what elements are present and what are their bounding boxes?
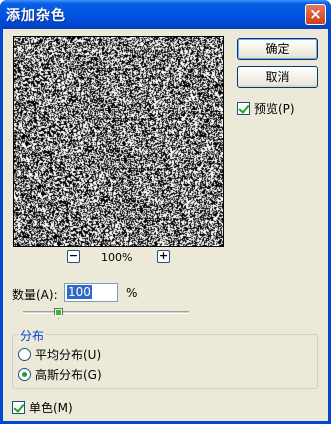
noise-preview-image	[14, 37, 223, 246]
amount-label: 数量(A):	[12, 288, 58, 302]
amount-unit: %	[126, 286, 138, 300]
preview-checkbox[interactable]	[237, 102, 250, 115]
zoom-out-button[interactable]: −	[67, 250, 80, 263]
close-button[interactable]: ×	[305, 4, 326, 25]
monochromatic-label: 单色(M)	[29, 401, 73, 415]
gaussian-option[interactable]: 高斯分布(G)	[18, 366, 102, 383]
add-noise-dialog: 添加杂色 × − 100% + 确定 取消 预览(P) 数量(A): 100 %…	[0, 0, 331, 424]
preview-checkbox-row[interactable]: 预览(P)	[237, 100, 295, 117]
cancel-button[interactable]: 取消	[237, 66, 318, 88]
zoom-in-button[interactable]: +	[157, 250, 170, 263]
distribution-group: 分布 平均分布(U) 高斯分布(G)	[12, 327, 318, 389]
slider-track	[23, 311, 189, 314]
uniform-radio[interactable]	[18, 348, 31, 361]
monochromatic-checkbox-row[interactable]: 单色(M)	[12, 399, 73, 416]
amount-input[interactable]: 100	[64, 283, 118, 302]
amount-value: 100	[67, 285, 92, 299]
noise-preview[interactable]	[13, 36, 224, 247]
gaussian-label: 高斯分布(G)	[35, 368, 102, 382]
close-icon: ×	[309, 5, 322, 23]
amount-row: 数量(A): 100 %	[12, 283, 212, 303]
distribution-group-label: 分布	[18, 327, 47, 344]
slider-thumb[interactable]	[54, 308, 63, 319]
dialog-body: − 100% + 确定 取消 预览(P) 数量(A): 100 % 分布 平均分…	[3, 29, 328, 421]
ok-button[interactable]: 确定	[237, 38, 318, 60]
zoom-level: 100%	[101, 251, 133, 264]
preview-zoom-controls: − 100% +	[63, 250, 173, 266]
monochromatic-checkbox[interactable]	[12, 401, 25, 414]
amount-slider[interactable]	[23, 308, 189, 320]
plus-icon: +	[158, 249, 169, 262]
gaussian-radio[interactable]	[18, 368, 31, 381]
minus-icon: −	[68, 249, 79, 262]
title-bar[interactable]: 添加杂色 ×	[0, 0, 331, 29]
preview-checkbox-label: 预览(P)	[254, 102, 295, 116]
dialog-title: 添加杂色	[6, 8, 66, 24]
uniform-option[interactable]: 平均分布(U)	[18, 346, 101, 363]
uniform-label: 平均分布(U)	[35, 348, 102, 362]
